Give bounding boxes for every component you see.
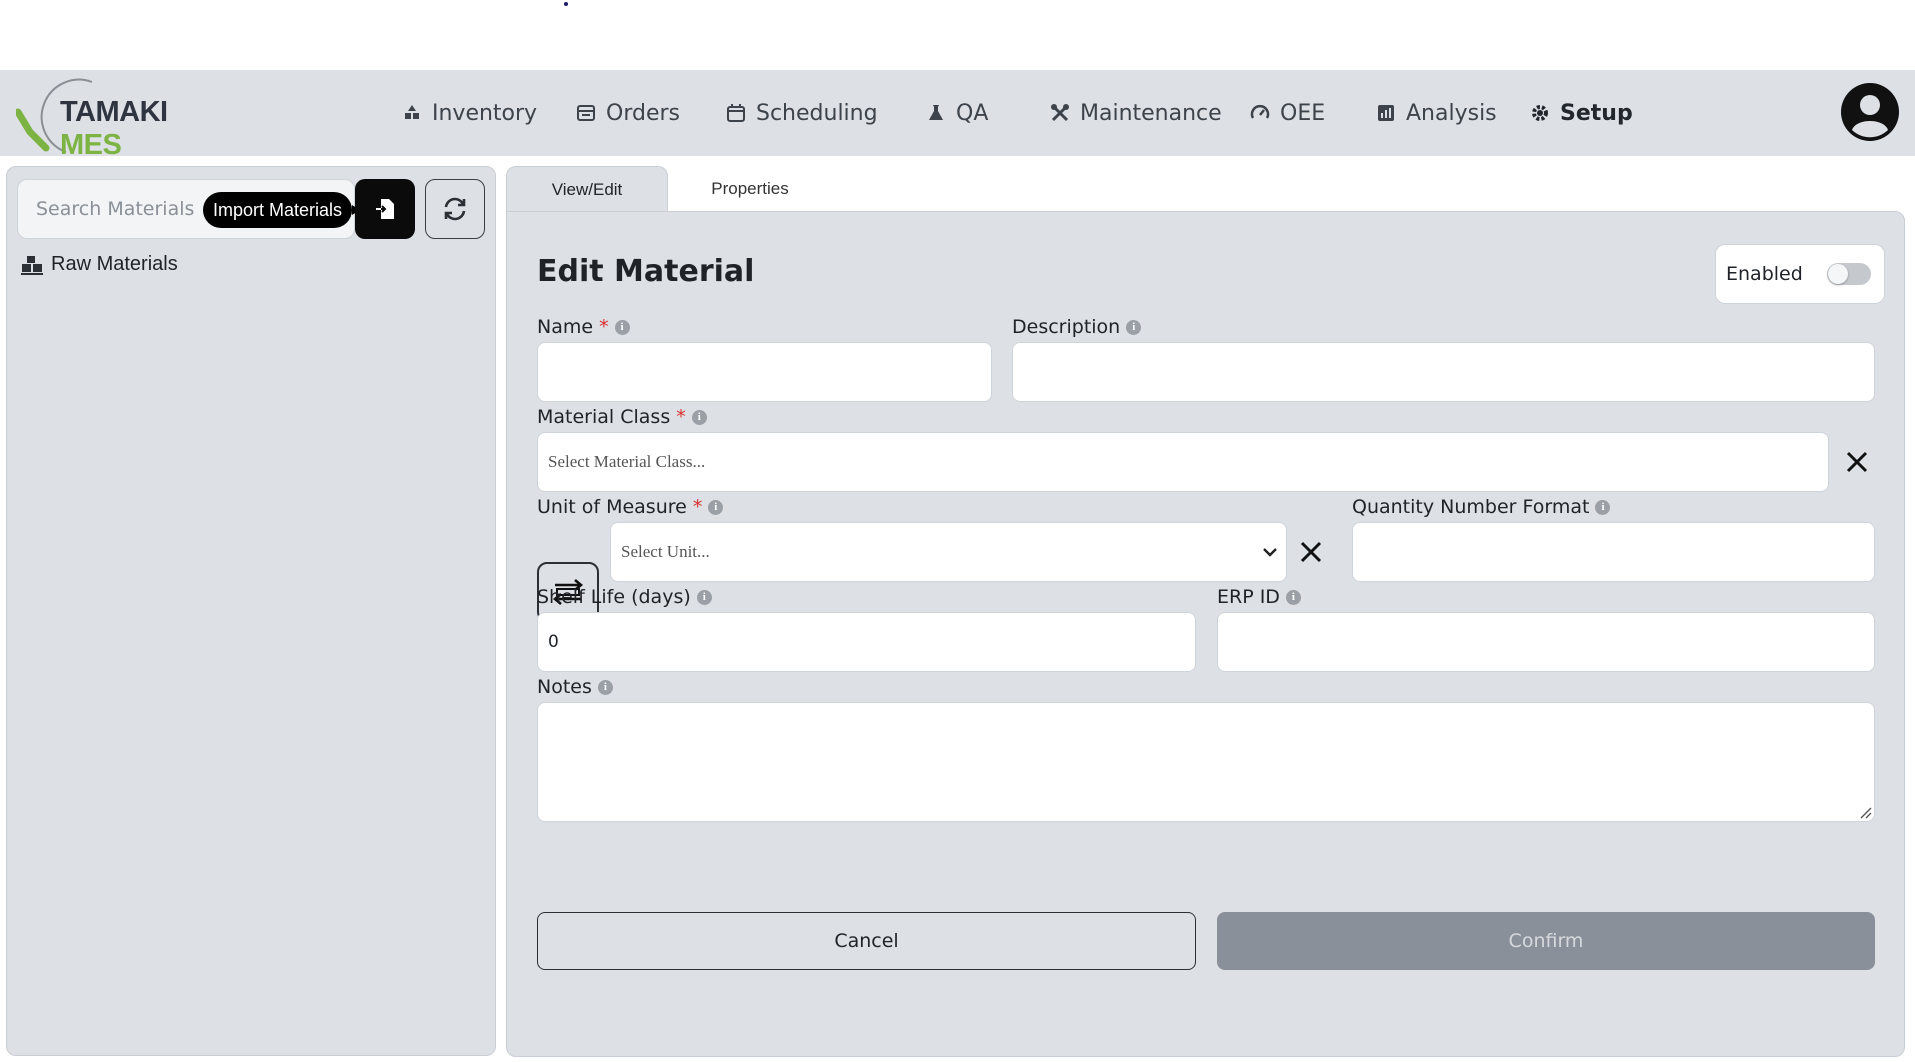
qty-format-label: Quantity Number Format <box>1352 496 1590 518</box>
import-materials-button[interactable] <box>355 179 415 239</box>
info-icon[interactable]: i <box>1126 319 1142 335</box>
resize-handle-icon[interactable] <box>1858 805 1872 819</box>
enabled-label: Enabled <box>1726 263 1803 285</box>
material-class-label: Material Class <box>537 406 671 428</box>
nav-qa[interactable]: QA <box>926 96 988 130</box>
nav-setup[interactable]: Setup <box>1530 96 1633 130</box>
nav-label-qa: QA <box>956 100 989 126</box>
uom-select[interactable]: Select Unit... <box>610 522 1287 582</box>
edit-material-panel: Edit Material Enabled Name * i Description… <box>506 211 1905 1057</box>
tools-icon <box>1051 104 1069 122</box>
notes-label: Notes <box>537 676 592 698</box>
nav-scheduling[interactable]: Scheduling <box>726 96 878 130</box>
name-input[interactable] <box>538 343 991 401</box>
material-class-label-row: Material Class * i <box>537 406 707 428</box>
chart-icon <box>1378 105 1394 121</box>
refresh-button[interactable] <box>425 179 485 239</box>
enabled-toggle[interactable] <box>1826 263 1871 285</box>
erp-id-input[interactable] <box>1218 613 1874 671</box>
material-class-select[interactable]: Select Material Class... <box>537 432 1829 492</box>
nav-maintenance[interactable]: Maintenance <box>1050 96 1222 130</box>
qty-format-input[interactable] <box>1353 523 1874 581</box>
logo-text-mes: MES <box>60 129 122 161</box>
erp-id-label-row: ERP ID i <box>1217 586 1301 608</box>
info-icon[interactable]: i <box>708 499 724 515</box>
page-title: Edit Material <box>537 254 755 289</box>
orders-icon <box>577 105 595 121</box>
nav-label-inventory: Inventory <box>432 100 538 126</box>
description-label: Description <box>1012 316 1121 338</box>
import-tooltip: Import Materials <box>203 192 361 228</box>
notes-label-row: Notes i <box>537 676 613 698</box>
erp-id-label: ERP ID <box>1217 586 1280 608</box>
info-icon[interactable]: i <box>1595 499 1611 515</box>
shelf-life-input[interactable] <box>538 613 1195 671</box>
nav-label-setup: Setup <box>1560 100 1633 126</box>
calendar-icon <box>727 104 745 122</box>
user-avatar[interactable] <box>1840 82 1900 142</box>
tree-item-label: Raw Materials <box>51 253 178 275</box>
tree-item-raw-materials[interactable]: Raw Materials <box>21 253 178 276</box>
nav-oee[interactable]: OEE <box>1250 96 1325 130</box>
name-field <box>537 342 992 402</box>
description-field <box>1012 342 1875 402</box>
nav-analysis[interactable]: Analysis <box>1376 96 1497 130</box>
clear-uom-button[interactable] <box>1296 537 1326 567</box>
uom-label: Unit of Measure <box>537 496 687 518</box>
nav-label-oee: OEE <box>1280 100 1326 126</box>
boxes-icon <box>405 105 419 119</box>
shelf-life-field <box>537 612 1196 672</box>
refresh-icon <box>444 197 466 221</box>
nav-inventory[interactable]: Inventory <box>402 96 537 130</box>
nav-orders[interactable]: Orders <box>576 96 680 130</box>
nav-label-scheduling: Scheduling <box>756 100 878 126</box>
search-input[interactable] <box>28 180 228 238</box>
erp-id-field <box>1217 612 1875 672</box>
notes-textarea[interactable] <box>537 702 1875 822</box>
tab-properties[interactable]: Properties <box>668 166 832 212</box>
app-logo[interactable]: TAMAKI MES <box>16 72 196 161</box>
info-icon[interactable]: i <box>614 319 630 335</box>
file-import-icon <box>376 199 394 219</box>
nav-label-analysis: Analysis <box>1406 100 1497 126</box>
description-label-row: Description i <box>1012 316 1142 338</box>
description-input[interactable] <box>1013 343 1874 401</box>
shelf-life-label: Shelf Life (days) <box>537 586 691 608</box>
info-icon[interactable]: i <box>691 409 707 425</box>
required-mark: * <box>599 316 609 338</box>
required-mark: * <box>676 406 686 428</box>
info-icon[interactable]: i <box>1285 589 1301 605</box>
user-circle-icon <box>1841 83 1899 141</box>
shelf-life-label-row: Shelf Life (days) i <box>537 586 712 608</box>
uom-placeholder: Select Unit... <box>621 542 710 561</box>
pallet-icon <box>21 255 43 275</box>
confirm-button[interactable]: Confirm <box>1217 912 1875 970</box>
flask-icon <box>929 105 943 120</box>
clear-material-class-button[interactable] <box>1842 447 1872 477</box>
name-label-row: Name * i <box>537 316 630 338</box>
gear-icon <box>1532 105 1548 121</box>
top-navbar: TAMAKI MES Inventory Orders Scheduling Q… <box>0 70 1915 161</box>
material-class-placeholder: Select Material Class... <box>548 452 706 471</box>
tab-view-edit[interactable]: View/Edit <box>506 166 668 212</box>
enabled-toggle-box: Enabled <box>1715 244 1885 304</box>
qty-format-label-row: Quantity Number Format i <box>1352 496 1611 518</box>
info-icon[interactable]: i <box>597 679 613 695</box>
chevron-down-icon <box>1263 548 1277 557</box>
cancel-button[interactable]: Cancel <box>537 912 1196 970</box>
logo-text-tamaki: TAMAKI <box>60 96 168 128</box>
required-mark: * <box>692 496 703 518</box>
gauge-icon <box>1250 104 1270 119</box>
close-icon <box>1846 451 1868 473</box>
nav-label-maintenance: Maintenance <box>1080 100 1222 126</box>
info-icon[interactable]: i <box>696 589 712 605</box>
materials-sidebar: Import Materials Raw Materials <box>6 166 496 1056</box>
stray-dot <box>564 2 568 6</box>
name-label: Name <box>537 316 594 338</box>
nav-label-orders: Orders <box>606 100 680 126</box>
close-icon <box>1300 541 1322 563</box>
qty-format-field <box>1352 522 1875 582</box>
uom-label-row: Unit of Measure * i <box>537 496 724 518</box>
